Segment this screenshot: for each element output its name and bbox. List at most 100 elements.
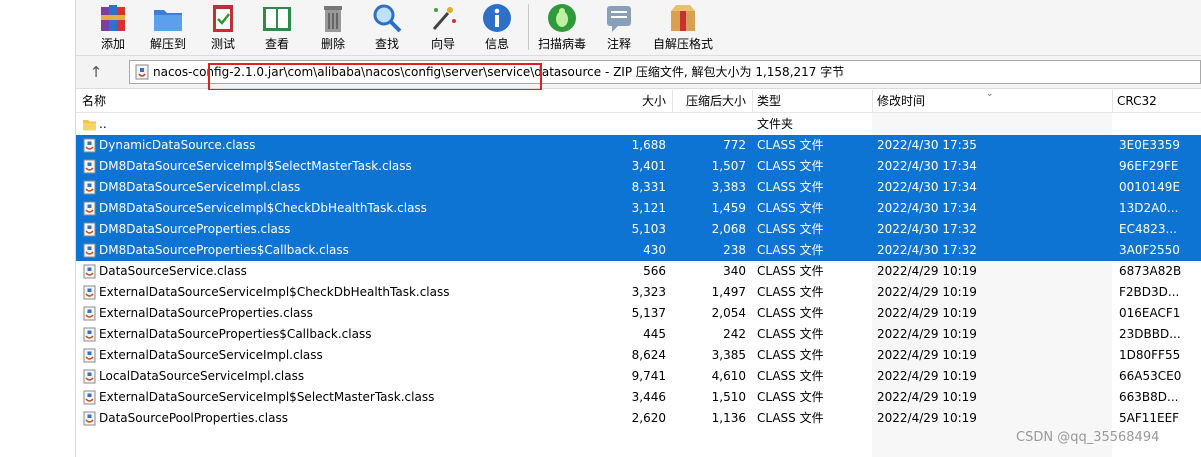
test-clipboard-icon (213, 5, 233, 32)
sfx-button[interactable]: 自解压格式 (650, 0, 716, 54)
file-size: 1,688 (631, 138, 666, 152)
file-crc: 5AF11EEF (1119, 411, 1180, 425)
file-type: CLASS 文件 (757, 390, 824, 404)
col-packed-header[interactable]: 压缩后大小 (672, 90, 746, 113)
table-row[interactable]: DM8DataSourceServiceImpl$CheckDbHealthTa… (76, 198, 1201, 219)
file-size (606, 114, 666, 135)
file-type: CLASS 文件 (757, 138, 824, 152)
table-row[interactable]: ExternalDataSourceServiceImpl$SelectMast… (76, 387, 1201, 408)
table-row[interactable]: ExternalDataSourceProperties.class 5,137 2… (76, 303, 1201, 324)
class-file-icon (82, 159, 97, 174)
file-packed-size: 340 (723, 264, 746, 278)
file-type: CLASS 文件 (757, 306, 824, 320)
file-modified: 2022/4/30 17:32 (877, 243, 977, 257)
extract-to-folder-icon (154, 10, 182, 31)
table-row[interactable]: DataSourcePoolProperties.class 2,620 1,136… (76, 408, 1201, 429)
winrar-window: 添加 解压到 测试 查看 删除 查找 向导 信息 扫描病毒 注释 自解压格式 ↑… (0, 0, 1201, 457)
file-crc (1119, 114, 1201, 135)
table-row[interactable]: DM8DataSourceServiceImpl$SelectMasterTas… (76, 156, 1201, 177)
table-row[interactable]: DynamicDataSource.class 1,688 772 CLASS 文件 2… (76, 135, 1201, 156)
file-type: CLASS 文件 (757, 222, 824, 236)
comment-icon (607, 6, 631, 32)
class-file-icon (82, 348, 97, 363)
col-type-header[interactable]: 类型 (752, 90, 872, 113)
file-modified: 2022/4/30 17:35 (877, 138, 977, 152)
class-file-icon (82, 369, 97, 384)
sfx-label: 自解压格式 (652, 37, 713, 51)
add-button[interactable]: 添加 (88, 0, 138, 54)
class-file-icon (82, 264, 97, 279)
file-size: 3,323 (631, 285, 666, 299)
table-row[interactable]: DM8DataSourceProperties$Callback.class 43… (76, 240, 1201, 261)
file-crc: 13D2A0... (1119, 201, 1179, 215)
file-type: 文件夹 (757, 117, 794, 131)
file-name: ExternalDataSourceProperties$Callback.cl… (99, 327, 372, 341)
col-size-header[interactable]: 大小 (602, 90, 666, 113)
table-row[interactable]: ExternalDataSourceServiceImpl$CheckDbHea… (76, 282, 1201, 303)
col-name-header[interactable]: 名称 (82, 90, 602, 113)
file-type: CLASS 文件 (757, 180, 824, 194)
file-name: DM8DataSourceServiceImpl$SelectMasterTas… (99, 159, 412, 173)
delete-label: 删除 (320, 37, 345, 51)
file-type: CLASS 文件 (757, 411, 824, 425)
file-packed-size: 1,136 (711, 411, 746, 425)
file-type: CLASS 文件 (757, 264, 824, 278)
add-label: 添加 (100, 37, 125, 51)
file-crc: 6873A82B (1119, 264, 1182, 278)
left-pane (0, 0, 76, 457)
comment-button[interactable]: 注释 (596, 0, 642, 54)
file-modified: 2022/4/29 10:19 (877, 369, 977, 383)
file-crc: 66A53CE0 (1119, 369, 1182, 383)
table-row[interactable]: DataSourceService.class 566 340 CLASS 文件 202… (76, 261, 1201, 282)
file-size: 3,401 (631, 159, 666, 173)
scan-virus-button[interactable]: 扫描病毒 (536, 0, 588, 54)
file-size: 8,331 (631, 180, 666, 194)
column-header: 名称 大小 压缩后大小 类型 修改时间 ⌄ CRC32 (76, 89, 1201, 113)
file-packed-size: 1,459 (711, 201, 746, 215)
file-name: DM8DataSourceServiceImpl$CheckDbHealthTa… (99, 201, 427, 215)
file-packed-size: 238 (723, 243, 746, 257)
file-name: DM8DataSourceProperties.class (99, 222, 291, 236)
sfx-box-icon (671, 5, 695, 31)
file-name: DataSourceService.class (99, 264, 247, 278)
table-row[interactable]: ExternalDataSourceProperties$Callback.cl… (76, 324, 1201, 345)
add-archive-icon (101, 5, 125, 31)
file-modified: 2022/4/30 17:34 (877, 180, 977, 194)
file-crc: F2BD3D... (1119, 285, 1180, 299)
file-rows: .. 文件夹 DynamicDataSource.class 1,688 772 CLAS… (76, 114, 1201, 429)
table-row[interactable]: DM8DataSourceProperties.class 5,103 2,068 C… (76, 219, 1201, 240)
test-label: 测试 (210, 37, 235, 51)
file-packed-size: 242 (723, 327, 746, 341)
up-arrow-icon[interactable]: ↑ (86, 62, 106, 82)
table-row[interactable]: LocalDataSourceServiceImpl.class 9,741 4,6… (76, 366, 1201, 387)
class-file-icon (82, 390, 97, 405)
file-type: CLASS 文件 (757, 159, 824, 173)
wizard-wand-icon (432, 7, 456, 30)
class-file-icon (82, 306, 97, 321)
col-crc-header[interactable]: CRC32 (1112, 90, 1201, 113)
table-row[interactable]: ExternalDataSourceServiceImpl.class 8,624… (76, 345, 1201, 366)
test-button[interactable]: 测试 (200, 0, 246, 54)
wizard-button[interactable]: 向导 (420, 0, 466, 54)
file-packed-size: 4,610 (711, 369, 746, 383)
extract-to-button[interactable]: 解压到 (142, 0, 194, 54)
file-type: CLASS 文件 (757, 327, 824, 341)
file-size: 5,137 (631, 306, 666, 320)
file-crc: 23DBBD... (1119, 327, 1181, 341)
scan-virus-label: 扫描病毒 (537, 37, 586, 51)
find-button[interactable]: 查找 (364, 0, 410, 54)
file-crc: 3E0E3359 (1119, 138, 1180, 152)
info-button[interactable]: 信息 (474, 0, 520, 54)
class-file-icon (82, 327, 97, 342)
file-modified: 2022/4/29 10:19 (877, 348, 977, 362)
delete-button[interactable]: 删除 (310, 0, 356, 54)
view-button[interactable]: 查看 (254, 0, 300, 54)
table-row[interactable]: .. 文件夹 (76, 114, 1201, 135)
file-modified: 2022/4/30 17:32 (877, 222, 977, 236)
extract-to-label: 解压到 (149, 37, 186, 51)
file-modified: 2022/4/29 10:19 (877, 327, 977, 341)
comment-label: 注释 (606, 37, 631, 51)
table-row[interactable]: DM8DataSourceServiceImpl.class 8,331 3,383… (76, 177, 1201, 198)
find-label: 查找 (374, 37, 399, 51)
file-name: ExternalDataSourceServiceImpl.class (99, 348, 323, 362)
